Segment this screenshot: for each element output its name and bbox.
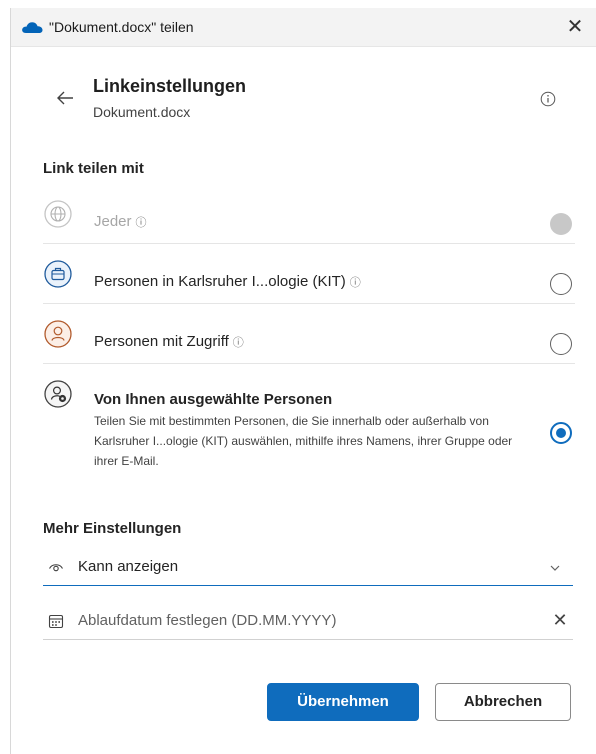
clear-date-icon[interactable]: ✕ [551,610,569,631]
close-icon[interactable]: ✕ [564,16,586,38]
option-label: Personen in Karlsruher I...ologie (KIT) ⓘ [94,273,361,290]
option-label-text: Personen mit Zugriff [94,333,229,350]
option-label-text: Personen in Karlsruher I...ologie (KIT) [94,273,346,290]
share-with-heading: Link teilen mit [43,160,144,177]
expiry-placeholder[interactable]: Ablaufdatum festlegen (DD.MM.YYYY) [78,612,336,629]
info-icon[interactable]: ⓘ [136,217,147,229]
cancel-button[interactable]: Abbrechen [435,683,571,721]
people-gear-icon [44,380,72,408]
info-icon[interactable] [540,91,556,107]
option-label: Personen mit Zugriff ⓘ [94,333,244,350]
expiry-date-field[interactable]: Ablaufdatum festlegen (DD.MM.YYYY) ✕ [43,604,573,640]
person-icon [44,320,72,348]
title-bar: "Dokument.docx" teilen ✕ [11,8,596,47]
option-label-text: Jeder [94,213,132,230]
file-name: Dokument.docx [93,104,191,120]
more-settings-heading: Mehr Einstellungen [43,520,182,537]
apply-button[interactable]: Übernehmen [267,683,419,721]
option-description: Teilen Sie mit bestimmten Personen, die … [94,414,513,468]
page-title: Linkeinstellungen [93,76,247,96]
permission-dropdown[interactable]: Kann anzeigen [43,550,573,586]
share-dialog: "Dokument.docx" teilen ✕ Linkeinstellung… [10,8,596,754]
radio-organization[interactable] [550,273,572,295]
share-option-existing-access[interactable]: Personen mit Zugriff ⓘ [43,304,575,364]
option-label: Jeder ⓘ [94,213,147,230]
globe-icon [44,200,72,228]
window-title: "Dokument.docx" teilen [49,19,194,35]
dialog-header: Linkeinstellungen Dokument.docx [11,74,596,134]
back-arrow-icon[interactable] [55,88,75,108]
eye-icon [49,564,63,572]
radio-anyone[interactable] [550,213,572,235]
onedrive-cloud-icon [22,22,43,33]
share-option-organization[interactable]: Personen in Karlsruher I...ologie (KIT) ⓘ [43,244,575,304]
share-option-specific-people[interactable]: Von Ihnen ausgewählte Personen Teilen Si… [43,364,575,474]
radio-existing-access[interactable] [550,333,572,355]
chevron-down-icon [550,565,560,571]
radio-specific-people[interactable] [550,422,572,444]
briefcase-icon [44,260,72,288]
option-label: Von Ihnen ausgewählte Personen [94,391,333,408]
info-icon[interactable]: ⓘ [233,337,244,349]
calendar-icon [48,614,64,629]
share-option-anyone[interactable]: Jeder ⓘ [43,194,575,244]
info-icon[interactable]: ⓘ [350,277,361,289]
permission-value: Kann anzeigen [78,558,179,575]
